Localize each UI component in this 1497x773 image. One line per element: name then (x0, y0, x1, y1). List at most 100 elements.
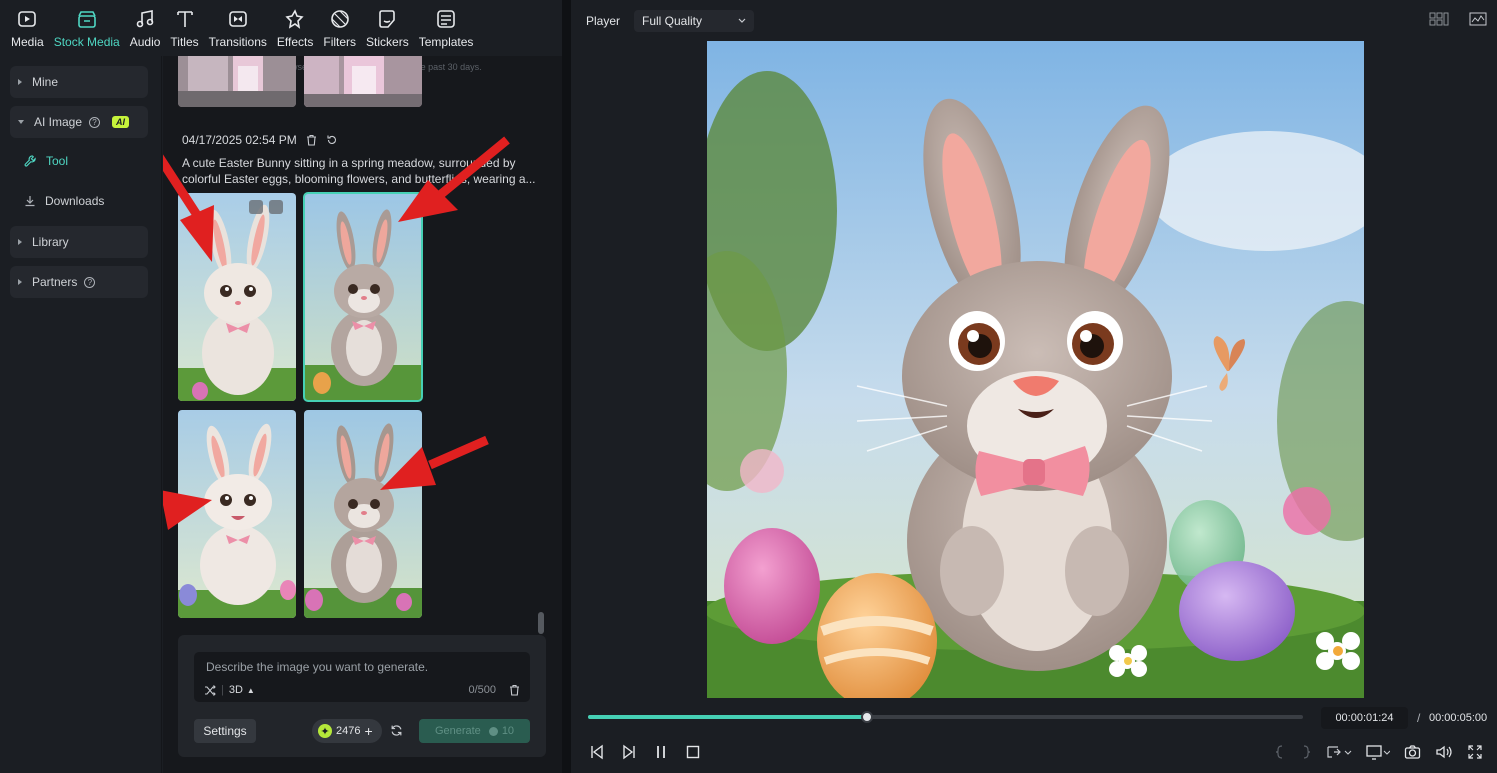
previous-image-thumbnail[interactable] (178, 56, 296, 107)
video-preview[interactable] (707, 41, 1364, 698)
generated-image-2[interactable] (303, 192, 423, 402)
toolbar-label: Audio (129, 35, 161, 49)
prompt-input[interactable]: Describe the image you want to generate.… (194, 652, 530, 702)
sidebar-item-downloads[interactable]: Downloads (24, 187, 104, 215)
toolbar-label: Templates (418, 35, 474, 49)
grid-view-icon[interactable] (1429, 12, 1449, 26)
insert-to-timeline-icon[interactable] (1326, 744, 1352, 760)
waveform-monitor-icon[interactable] (1469, 12, 1487, 26)
total-time: 00:00:05:00 (1429, 712, 1488, 724)
toolbar-label: Transitions (208, 35, 267, 49)
toolbar-label: Effects (276, 35, 314, 49)
tab-transitions[interactable]: Transitions (204, 0, 272, 56)
sidebar-item-label: Tool (46, 154, 69, 168)
generated-image-4[interactable] (304, 410, 422, 618)
toolbar-label: Stickers (366, 35, 409, 49)
snapshot-camera-icon[interactable] (1404, 744, 1421, 760)
effects-icon (285, 9, 304, 29)
toolbar-label: Stock Media (53, 35, 120, 49)
generate-cost: 10 (501, 725, 515, 737)
credit-coin-icon (488, 726, 498, 736)
generated-image-3[interactable] (178, 410, 296, 618)
fullscreen-icon[interactable] (1467, 744, 1483, 760)
toolbar-label: Titles (170, 35, 199, 49)
clear-trash-icon[interactable] (509, 684, 520, 696)
sidebar-item-library[interactable]: Library (10, 226, 148, 258)
refresh-icon[interactable] (390, 724, 403, 737)
char-count: 0/500 (468, 684, 496, 696)
tab-templates[interactable]: Templates (414, 0, 479, 56)
style-selector[interactable]: | 3D ▲ (204, 684, 255, 696)
caret-right-icon (18, 279, 22, 285)
sidebar-item-mine[interactable]: Mine (10, 66, 148, 98)
templates-icon (437, 10, 455, 28)
sidebar-item-label: Partners (32, 275, 78, 289)
tab-filters[interactable]: Filters (318, 0, 361, 56)
generate-panel: Describe the image you want to generate.… (178, 635, 546, 757)
help-icon[interactable]: ? (89, 116, 101, 128)
credit-coin-icon: ✦ (318, 724, 332, 738)
tab-stickers[interactable]: Stickers (361, 0, 414, 56)
sidebar-item-label: AI Image (34, 115, 83, 129)
filters-icon (330, 10, 349, 28)
stickers-icon (379, 10, 396, 28)
sidebar-item-label: Library (32, 235, 69, 249)
timeline-scrubber[interactable] (588, 711, 1303, 723)
quality-dropdown[interactable]: Full Quality (634, 10, 754, 32)
generate-button[interactable]: Generate 10 (419, 719, 530, 743)
titles-icon (176, 11, 193, 27)
mark-in-icon[interactable] (1274, 744, 1286, 760)
next-frame-icon[interactable] (621, 744, 637, 760)
scrollbar[interactable] (538, 612, 544, 634)
record-prompt: A cute Easter Bunny sitting in a spring … (182, 156, 536, 186)
sidebar-item-label: Downloads (45, 194, 105, 208)
player-header: Player Full Quality (571, 0, 1497, 40)
wrench-icon (24, 154, 36, 167)
caret-up-icon: ▲ (246, 685, 255, 695)
sidebar-item-partners[interactable]: Partners ? (10, 266, 148, 298)
download-icon[interactable] (269, 200, 283, 214)
previous-image-thumbnail[interactable] (304, 56, 422, 107)
regenerate-icon[interactable] (326, 134, 338, 146)
easter-bunny-preview-image (707, 41, 1364, 698)
display-icon[interactable] (1366, 744, 1390, 760)
credits-value: 2476 (336, 725, 361, 737)
player-tools (1274, 744, 1483, 760)
quality-value: Full Quality (642, 14, 703, 28)
help-icon[interactable]: ? (84, 276, 96, 288)
add-to-timeline-icon[interactable] (249, 200, 263, 214)
settings-button[interactable]: Settings (194, 719, 256, 743)
sidebar-item-ai-image[interactable]: AI Image ? AI (10, 106, 148, 138)
trash-icon[interactable] (306, 134, 317, 146)
sidebar: Mine AI Image ? AI Tool Downloads Librar… (0, 56, 162, 773)
caret-down-icon (18, 120, 24, 124)
shuffle-icon[interactable] (204, 684, 216, 696)
tab-stock-media[interactable]: Stock Media (49, 0, 125, 56)
audio-icon (136, 10, 154, 28)
style-label: 3D (228, 684, 243, 696)
generated-image-1[interactable] (178, 193, 296, 401)
timeline-progress (588, 715, 867, 719)
tab-titles[interactable]: Titles (165, 0, 203, 56)
record-header: 04/17/2025 02:54 PM (182, 133, 338, 147)
tab-effects[interactable]: Effects (272, 0, 318, 56)
toolbar-label: Media (11, 35, 44, 49)
transitions-icon (228, 11, 247, 27)
player-label: Player (586, 14, 621, 28)
toolbar-label: Filters (323, 35, 357, 49)
volume-icon[interactable] (1435, 744, 1453, 760)
download-icon (25, 196, 35, 207)
stop-icon[interactable] (685, 744, 701, 760)
tab-audio[interactable]: Audio (125, 0, 166, 56)
caret-right-icon (18, 79, 22, 85)
mark-out-icon[interactable] (1300, 744, 1312, 760)
previous-frame-icon[interactable] (589, 744, 605, 760)
current-time: 00:00:01:24 (1321, 707, 1408, 729)
thumbnail-actions (249, 200, 283, 214)
pause-icon[interactable] (653, 744, 669, 760)
credits-button[interactable]: ✦ 2476 + (312, 719, 382, 743)
playhead-handle[interactable] (860, 711, 873, 723)
tab-media[interactable]: Media (6, 0, 49, 56)
sidebar-item-tool[interactable]: Tool (24, 147, 68, 175)
ai-image-content: You can browse the generated records for… (163, 56, 562, 773)
